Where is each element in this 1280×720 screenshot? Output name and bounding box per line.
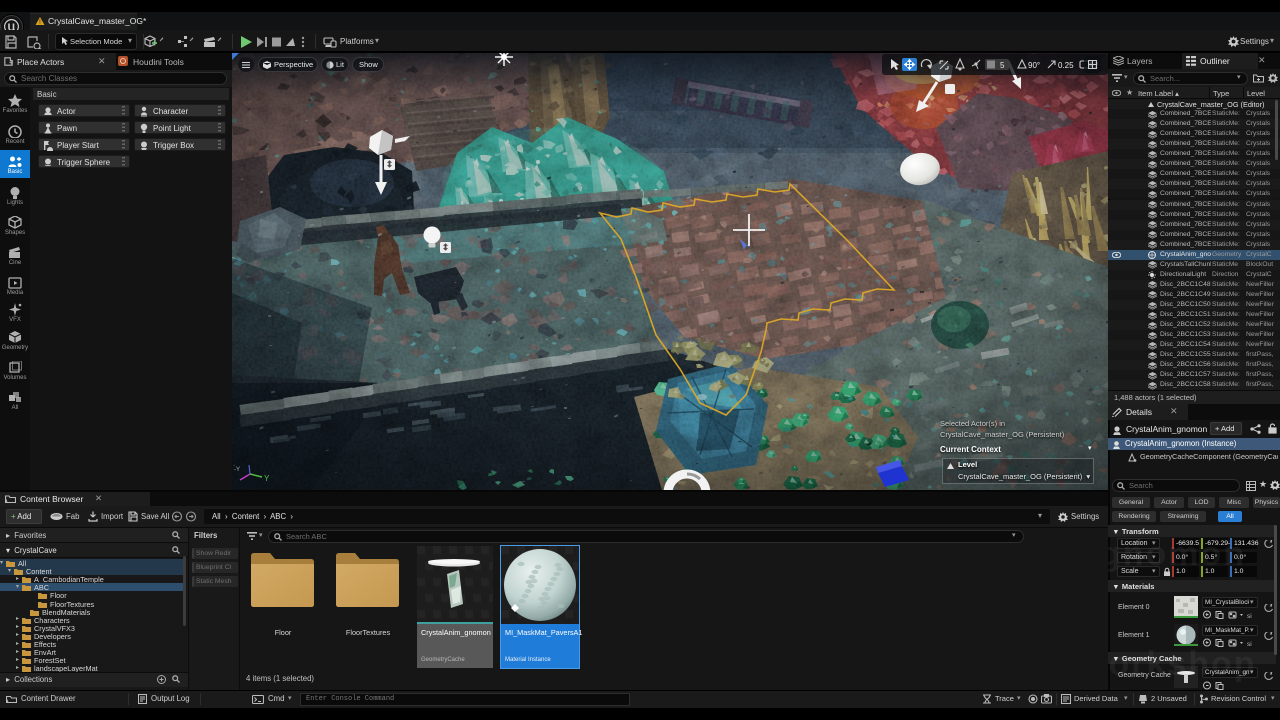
svg-text:Y: Y <box>264 474 270 483</box>
svg-text:-Y: -Y <box>234 467 240 473</box>
svg-text:0.25: 0.25 <box>1058 61 1074 70</box>
svg-text:90°: 90° <box>1028 61 1040 70</box>
svg-text:si: si <box>1247 613 1252 619</box>
svg-text:5: 5 <box>1000 61 1005 70</box>
